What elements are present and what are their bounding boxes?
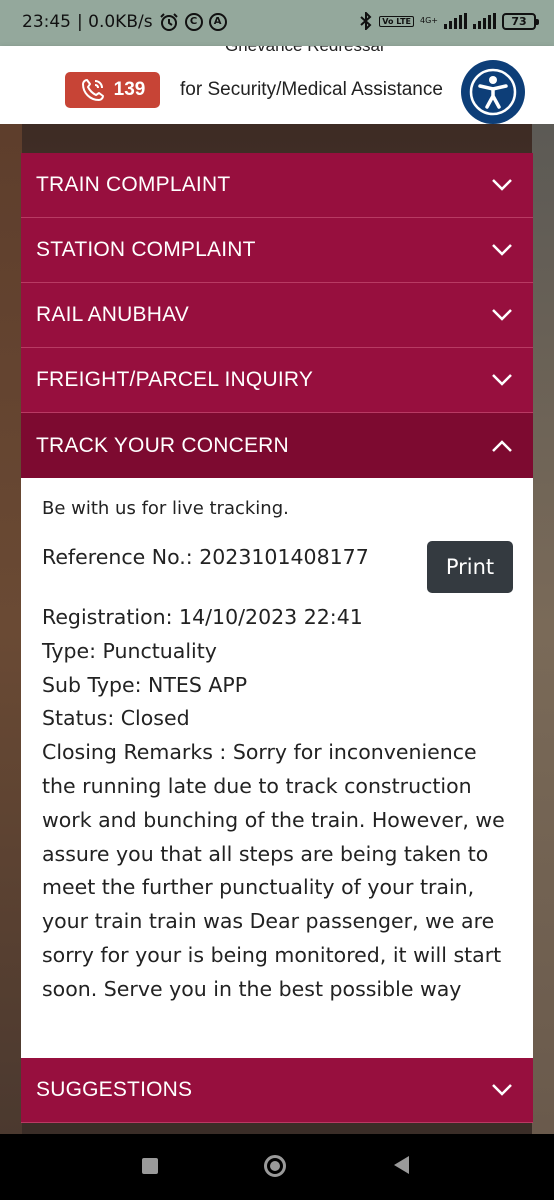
home-button[interactable]	[264, 1155, 286, 1177]
accordion-label: TRACK YOUR CONCERN	[36, 433, 289, 457]
print-button[interactable]: Print	[427, 541, 513, 593]
accordion-label: RAIL ANUBHAV	[36, 303, 189, 326]
chevron-down-icon	[492, 1084, 512, 1096]
signal-icon-2	[473, 13, 496, 29]
accordion-label: STATION COMPLAINT	[36, 238, 256, 261]
alarm-icon	[159, 13, 178, 31]
recent-apps-button[interactable]	[142, 1158, 158, 1174]
track-concern-panel: Be with us for live tracking. Reference …	[21, 478, 533, 1058]
closing-remarks: Closing Remarks : Sorry for inconvenienc…	[42, 740, 505, 1001]
signal-icon	[444, 13, 467, 29]
accordion-freight-parcel-inquiry[interactable]: FREIGHT/PARCEL INQUIRY	[21, 348, 533, 413]
registration-date: Registration: 14/10/2023 22:41	[42, 605, 363, 629]
site-header: Grievance Redressal 139 for Security/Med…	[0, 46, 554, 124]
reference-row: Reference No.: 2023101408177 Print	[42, 541, 513, 593]
chevron-down-icon	[492, 244, 512, 256]
accessibility-icon	[469, 68, 517, 116]
status-bar: 23:45 | 0.0KB/s C A Vo LTE 4G+ 73	[0, 0, 554, 46]
accordion-station-complaint[interactable]: STATION COMPLAINT	[21, 218, 533, 283]
accordion-train-complaint[interactable]: TRAIN COMPLAINT	[21, 153, 533, 218]
accessibility-button[interactable]	[461, 60, 525, 124]
tracking-intro: Be with us for live tracking.	[42, 498, 289, 519]
helpline-number: 139	[113, 79, 146, 100]
reference-number: Reference No.: 2023101408177	[42, 545, 369, 569]
accordion-track-your-concern[interactable]: TRACK YOUR CONCERN	[21, 413, 533, 478]
accordion-label: FREIGHT/PARCEL INQUIRY	[36, 368, 314, 391]
accordion-label: TRAIN COMPLAINT	[36, 173, 231, 196]
chevron-down-icon	[492, 374, 512, 386]
chevron-up-icon	[492, 439, 512, 452]
chevron-down-icon	[492, 179, 512, 191]
accordion-rail-anubhav[interactable]: RAIL ANUBHAV	[21, 283, 533, 348]
concern-sub-type: Sub Type: NTES APP	[42, 672, 248, 697]
back-button[interactable]	[394, 1156, 409, 1174]
chevron-down-icon	[492, 309, 512, 321]
app-c-icon: C	[184, 13, 203, 31]
system-nav-bar	[0, 1134, 554, 1200]
status-time: 23:45	[22, 12, 71, 32]
concern-details: Registration: 14/10/2023 22:41 Type: Pun…	[42, 601, 512, 1007]
volte-badge: Vo LTE	[379, 15, 414, 27]
battery-icon: 73	[502, 12, 539, 30]
accordion-suggestions[interactable]: SUGGESTIONS	[21, 1058, 533, 1123]
phone-icon	[81, 79, 104, 101]
complaint-accordion: TRAIN COMPLAINT STATION COMPLAINT RAIL A…	[21, 153, 533, 1123]
status-right: Vo LTE 4G+ 73	[359, 12, 539, 30]
network-type: 4G+	[420, 16, 438, 25]
helpline-button[interactable]: 139	[65, 72, 160, 108]
app-a-icon: A	[208, 13, 227, 31]
grievance-text: Grievance Redressal	[225, 46, 384, 56]
network-speed: | 0.0KB/s	[77, 12, 153, 32]
concern-type: Type: Punctuality	[42, 638, 217, 663]
accordion-label: SUGGESTIONS	[36, 1078, 193, 1101]
status-left: 23:45 | 0.0KB/s C A	[22, 12, 227, 32]
concern-status: Status: Closed	[42, 706, 190, 731]
bluetooth-icon	[360, 12, 372, 30]
assistance-text: for Security/Medical Assistance	[180, 79, 443, 100]
